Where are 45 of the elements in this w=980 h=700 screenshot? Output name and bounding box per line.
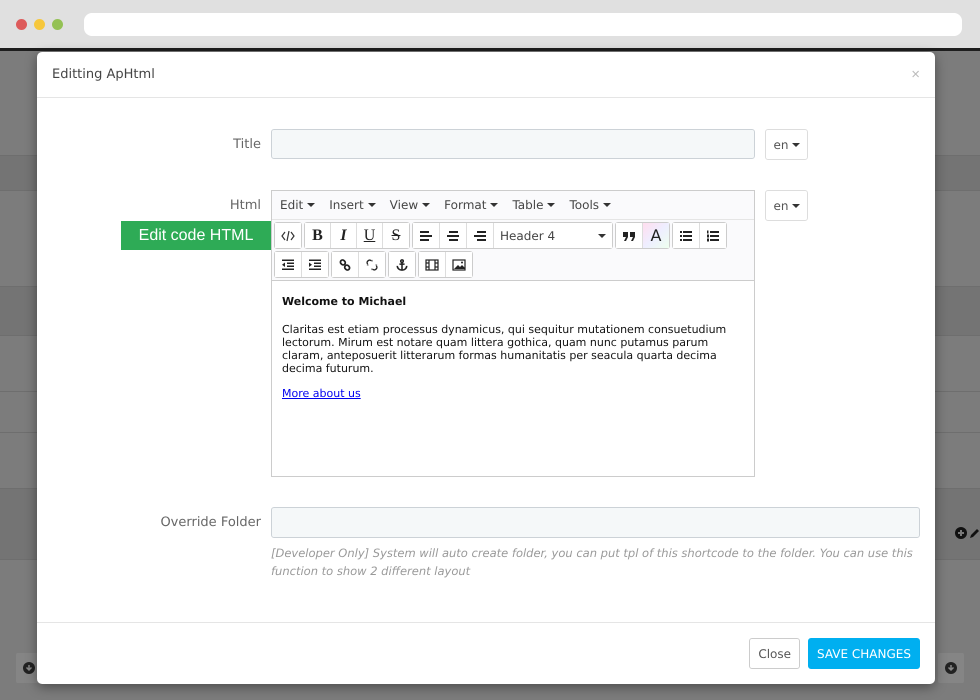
image-icon xyxy=(452,258,466,270)
close-window-icon[interactable] xyxy=(16,18,27,30)
numbered-list-icon xyxy=(706,230,720,242)
field-label: Title xyxy=(232,136,261,152)
bullet-list-icon xyxy=(679,230,693,242)
content-paragraph: Claritas est etiam processus dynamicus, qui sequitur mutationem consuetudium lectorum. Mirum est notare quam littera gothica, quam nunc putamus parum claram, anteposuerit litterarum formas humanitatis per seacula quarta decima decima futurum. xyxy=(282,323,728,375)
code-icon xyxy=(281,230,295,242)
language-dropdown[interactable]: en xyxy=(765,129,808,160)
pencil-icon[interactable] xyxy=(969,527,980,539)
menu-item[interactable]: Tools xyxy=(563,198,618,212)
menu-item[interactable]: Table xyxy=(506,198,562,212)
language-dropdown[interactable]: en xyxy=(765,190,808,221)
close-button[interactable]: Close xyxy=(749,638,800,669)
source-code-button[interactable] xyxy=(275,223,301,248)
modal-title: Editting ApHtml xyxy=(52,67,155,82)
media-button[interactable] xyxy=(419,252,446,277)
text-color-button[interactable]: A xyxy=(643,223,669,248)
link-icon xyxy=(338,258,352,270)
field-label: Html xyxy=(228,197,261,213)
help-text: [Developer Only] System will auto create folder, you can put tpl of this shortcode to the folder. You can use this function to show 2 different layout xyxy=(271,545,914,580)
anchor-icon xyxy=(395,258,409,270)
indent-icon xyxy=(281,258,295,270)
annotation-label: Edit code HTML xyxy=(121,221,271,250)
title-input[interactable] xyxy=(271,129,755,159)
blockquote-button[interactable] xyxy=(616,223,643,248)
broken-link-icon xyxy=(365,258,379,270)
indent-icon xyxy=(308,258,322,270)
menu-item[interactable]: Edit xyxy=(274,198,322,212)
override-folder-input[interactable] xyxy=(271,507,920,538)
menu-item[interactable]: Format xyxy=(438,198,504,212)
bullet-list-button[interactable] xyxy=(673,223,700,248)
link-button[interactable] xyxy=(332,252,359,277)
film-icon xyxy=(425,258,439,270)
down-arrow-circle-icon xyxy=(945,662,957,674)
anchor-button[interactable] xyxy=(389,252,415,277)
content-heading: Welcome to Michael xyxy=(282,295,408,308)
down-arrow-circle-icon xyxy=(23,662,35,674)
content-link[interactable]: More about us xyxy=(282,387,361,400)
plus-circle-icon[interactable] xyxy=(955,527,967,539)
menu-item[interactable]: View xyxy=(384,198,436,212)
menu-item[interactable]: Insert xyxy=(323,198,382,212)
quote-icon xyxy=(622,230,636,242)
field-label: Override Folder xyxy=(159,514,261,530)
format-button[interactable]: B xyxy=(305,223,331,248)
indent-button[interactable] xyxy=(275,252,302,277)
